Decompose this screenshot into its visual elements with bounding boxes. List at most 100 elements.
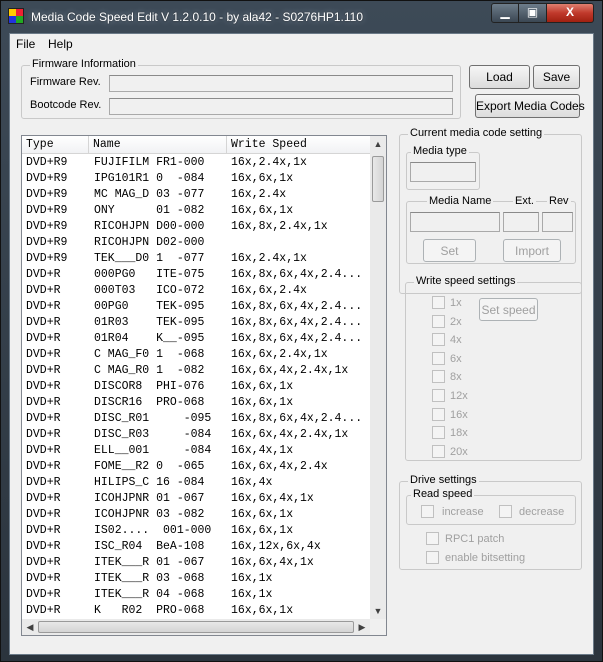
list-item[interactable]: DVD+R 01R03 TEK-095 16x,8x,6x,4x,2.4... bbox=[22, 315, 370, 331]
firmware-info-title: Firmware Information bbox=[30, 58, 138, 70]
list-item[interactable]: DVD+R ISC_R04 BeA-108 16x,12x,6x,4x bbox=[22, 539, 370, 555]
list-item[interactable]: DVD+R DISCOR8 PHI-076 16x,6x,1x bbox=[22, 379, 370, 395]
media-name-label: Media Name bbox=[427, 195, 494, 207]
speed-label-2x: 2x bbox=[450, 315, 462, 328]
list-item[interactable]: DVD+R9 TEK___D0 1 -077 16x,2.4x,1x bbox=[22, 251, 370, 267]
list-item[interactable]: DVD+R9 MC MAG_D 03 -077 16x,2.4x bbox=[22, 187, 370, 203]
row-write-speed: 16x,2.4x,1x bbox=[231, 156, 307, 169]
speed-label-20x: 20x bbox=[450, 445, 468, 458]
row-name: ELL__001 -084 bbox=[94, 444, 212, 457]
current-media-group: Current media code setting Media type Me… bbox=[399, 127, 582, 294]
set-button[interactable]: Set bbox=[423, 239, 476, 262]
list-item[interactable]: DVD+R 01R04 K__-095 16x,8x,6x,4x,2.4... bbox=[22, 331, 370, 347]
menu-file[interactable]: File bbox=[16, 37, 35, 51]
speed-checkbox-18x[interactable] bbox=[432, 426, 445, 440]
list-item[interactable]: DVD+R 000T03 ICO-072 16x,6x,2.4x bbox=[22, 283, 370, 299]
list-item[interactable]: DVD+R ITEK___R 01 -067 16x,6x,4x,1x bbox=[22, 555, 370, 571]
list-item[interactable]: DVD+R DISC_R03 -084 16x,6x,4x,2.4x,1x bbox=[22, 427, 370, 443]
row-write-speed: 16x,8x,6x,4x,2.4... bbox=[231, 316, 363, 329]
row-type: DVD+R9 bbox=[26, 188, 68, 201]
save-button[interactable]: Save bbox=[533, 65, 580, 89]
maximize-button[interactable]: ▣ bbox=[518, 3, 547, 23]
title-bar[interactable]: Media Code Speed Edit V 1.2.0.10 - by al… bbox=[1, 1, 602, 33]
app-icon[interactable] bbox=[8, 8, 24, 24]
speed-checkbox-2x[interactable] bbox=[432, 314, 445, 328]
row-type: DVD+R bbox=[26, 524, 61, 537]
list-item[interactable]: DVD+R ITEK___R 04 -068 16x,1x bbox=[22, 587, 370, 603]
speed-label-8x: 8x bbox=[450, 371, 462, 384]
row-type: DVD+R bbox=[26, 444, 61, 457]
list-item[interactable]: DVD+R ICOHJPNR 01 -067 16x,6x,4x,1x bbox=[22, 491, 370, 507]
speed-checkbox-6x[interactable] bbox=[432, 351, 445, 365]
row-name: DISC_R03 -084 bbox=[94, 428, 212, 441]
speed-checkbox-16x[interactable] bbox=[432, 407, 445, 421]
row-type: DVD+R bbox=[26, 348, 61, 361]
load-button[interactable]: Load bbox=[469, 65, 530, 89]
horizontal-scroll-thumb[interactable] bbox=[38, 621, 354, 633]
read-speed-title: Read speed bbox=[411, 488, 475, 500]
speed-checkbox-8x[interactable] bbox=[432, 370, 445, 384]
bootcode-rev-label: Bootcode Rev. bbox=[30, 99, 102, 111]
media-code-list[interactable]: Type Name Write Speed DVD+R9 FUJIFILM FR1… bbox=[21, 135, 387, 636]
close-button[interactable]: X bbox=[546, 3, 594, 23]
speed-checkbox-12x[interactable] bbox=[432, 389, 445, 402]
list-item[interactable]: DVD+R 000PG0 ITE-075 16x,8x,6x,4x,2.4... bbox=[22, 267, 370, 283]
row-write-speed: 16x,8x,6x,4x,2.4... bbox=[231, 268, 363, 281]
row-name: 01R03 TEK-095 bbox=[94, 316, 205, 329]
list-item[interactable]: DVD+R9 RICOHJPN D00-000 16x,8x,2.4x,1x bbox=[22, 219, 370, 235]
speed-label-6x: 6x bbox=[450, 352, 462, 365]
list-item[interactable]: DVD+R HILIPS_C 16 -084 16x,4x bbox=[22, 475, 370, 491]
row-write-speed: 16x,8x,6x,4x,2.4... bbox=[231, 300, 363, 313]
list-item[interactable]: DVD+R9 ONY 01 -082 16x,6x,1x bbox=[22, 203, 370, 219]
import-button[interactable]: Import bbox=[503, 239, 561, 262]
horizontal-scrollbar[interactable]: ◀ ▶ bbox=[22, 619, 370, 635]
scroll-left-arrow[interactable]: ◀ bbox=[22, 619, 38, 635]
list-item[interactable]: DVD+R C MAG_F0 1 -068 16x,6x,2.4x,1x bbox=[22, 347, 370, 363]
read-speed-group: Read speed increase decrease bbox=[406, 488, 576, 525]
list-item[interactable]: DVD+R9 IPG101R1 0 -084 16x,6x,1x bbox=[22, 171, 370, 187]
menu-help[interactable]: Help bbox=[48, 37, 73, 51]
speed-checkbox-20x[interactable] bbox=[432, 444, 445, 458]
set-speed-button[interactable]: Set speed bbox=[479, 298, 538, 321]
row-type: DVD+R bbox=[26, 476, 61, 489]
list-item[interactable]: DVD+R K R02 PRO-068 16x,6x,1x bbox=[22, 603, 370, 619]
row-write-speed: 16x,12x,6x,4x bbox=[231, 540, 321, 553]
list-item[interactable]: DVD+R ITEK___R 03 -068 16x,1x bbox=[22, 571, 370, 587]
decrease-checkbox[interactable] bbox=[499, 505, 512, 518]
list-item[interactable]: DVD+R ICOHJPNR 03 -082 16x,6x,1x bbox=[22, 507, 370, 523]
list-item[interactable]: DVD+R ELL__001 -084 16x,4x,1x bbox=[22, 443, 370, 459]
scroll-down-arrow[interactable]: ▼ bbox=[370, 603, 386, 619]
export-media-codes-button[interactable]: Export Media Codes bbox=[475, 94, 585, 118]
enable-bitsetting-checkbox[interactable] bbox=[426, 551, 439, 564]
firmware-info-group: Firmware Information Firmware Rev. Bootc… bbox=[21, 58, 461, 119]
row-type: DVD+R bbox=[26, 604, 61, 617]
list-item[interactable]: DVD+R C MAG_R0 1 -082 16x,6x,4x,2.4x,1x bbox=[22, 363, 370, 379]
vertical-scrollbar[interactable]: ▲ ▼ bbox=[370, 136, 386, 619]
list-item[interactable]: DVD+R FOME__R2 0 -065 16x,6x,4x,2.4x bbox=[22, 459, 370, 475]
column-write-speed[interactable]: Write Speed bbox=[227, 136, 370, 154]
list-item[interactable]: DVD+R DISCR16 PRO-068 16x,6x,1x bbox=[22, 395, 370, 411]
list-item[interactable]: DVD+R9 RICOHJPN D02-000 bbox=[22, 235, 370, 251]
bootcode-rev-field bbox=[109, 98, 453, 115]
speed-checkbox-4x[interactable] bbox=[432, 333, 445, 347]
rpc1-patch-label: RPC1 patch bbox=[445, 533, 505, 545]
rpc1-patch-checkbox[interactable] bbox=[426, 532, 439, 545]
list-item[interactable]: DVD+R 00PG0 TEK-095 16x,8x,6x,4x,2.4... bbox=[22, 299, 370, 315]
scroll-up-arrow[interactable]: ▲ bbox=[370, 136, 386, 152]
row-write-speed: 16x,6x,2.4x,1x bbox=[231, 348, 328, 361]
column-type[interactable]: Type bbox=[22, 136, 89, 154]
list-item[interactable]: DVD+R DISC_R01 -095 16x,8x,6x,4x,2.4... bbox=[22, 411, 370, 427]
row-write-speed: 16x,1x bbox=[231, 588, 273, 601]
vertical-scroll-thumb[interactable] bbox=[372, 156, 384, 202]
speed-checkbox-1x[interactable] bbox=[432, 296, 445, 309]
scroll-right-arrow[interactable]: ▶ bbox=[354, 619, 370, 635]
list-item[interactable]: DVD+R IS02.... 001-000 16x,6x,1x bbox=[22, 523, 370, 539]
row-name: RICOHJPN D02-000 bbox=[94, 236, 205, 249]
increase-checkbox[interactable] bbox=[421, 505, 434, 518]
media-type-field bbox=[410, 162, 476, 182]
list-item[interactable]: DVD+R9 FUJIFILM FR1-000 16x,2.4x,1x bbox=[22, 155, 370, 171]
column-name[interactable]: Name bbox=[89, 136, 227, 154]
row-name: ITEK___R 04 -068 bbox=[94, 588, 205, 601]
row-name: FOME__R2 0 -065 bbox=[94, 460, 205, 473]
minimize-button[interactable]: ▁ bbox=[491, 3, 519, 23]
